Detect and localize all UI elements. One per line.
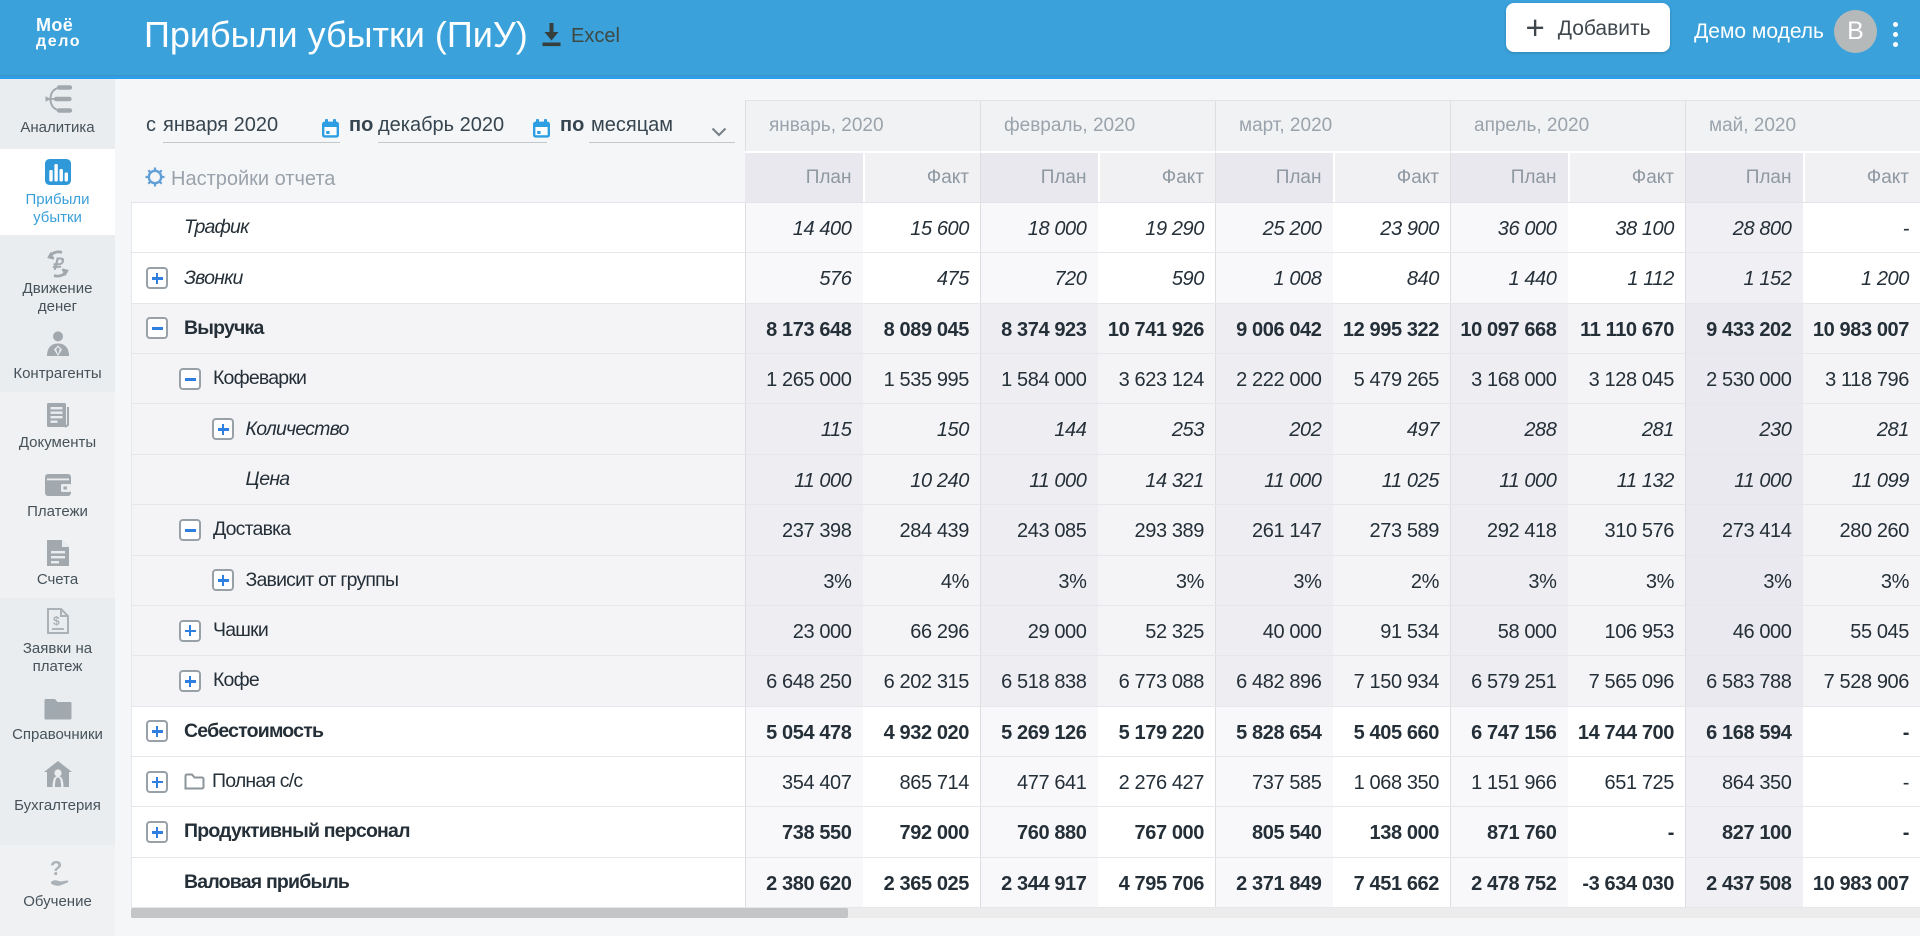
svg-text:?: ? — [50, 858, 62, 880]
svg-text:$: $ — [53, 614, 60, 628]
